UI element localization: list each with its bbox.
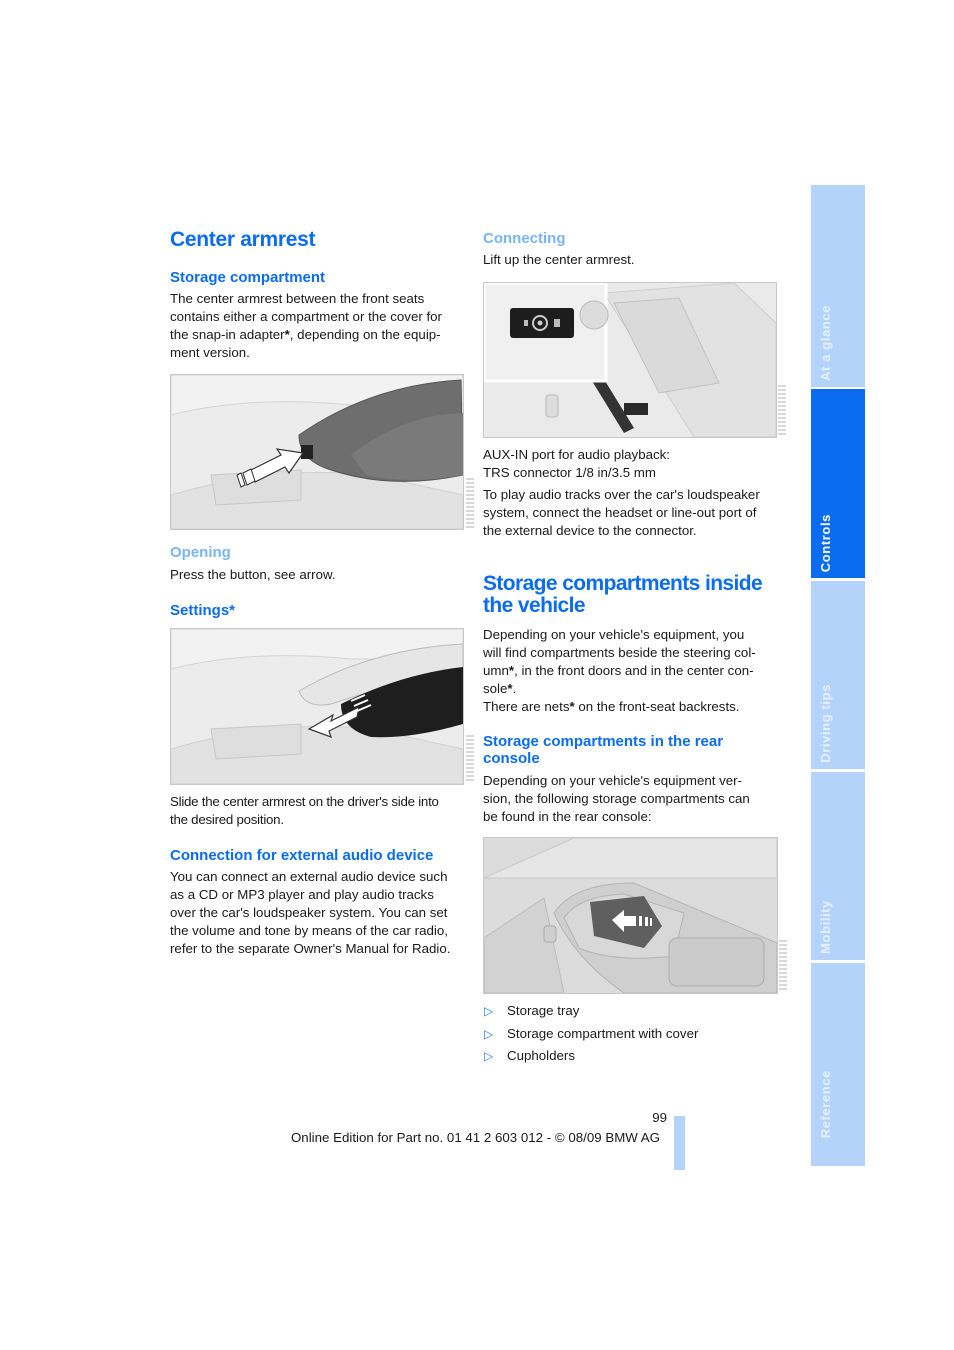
bullet-triangle-icon: ▷ (484, 1026, 494, 1041)
tab-label: Controls (818, 513, 833, 572)
text-line: Depending on your vehicle's equipment, y… (483, 627, 745, 642)
text-line: the snap-in adapter*, depending on the e… (170, 326, 470, 344)
heading-line: Storage compartments in the rear (483, 733, 724, 750)
text-line: be found in the rear console: (483, 809, 652, 824)
image-code-watermark (779, 940, 787, 992)
tab-label: At a glance (818, 305, 833, 381)
storage-inside-text: Depending on your vehicle's equipment, y… (483, 626, 783, 716)
list-item-text: Storage compartment with cover (507, 1025, 699, 1041)
text-line: sion, the following storage compartments… (483, 791, 750, 806)
list-item: ▷ Storage tray (483, 1000, 783, 1023)
aux-in-description: AUX-IN port for audio playback: TRS conn… (483, 446, 670, 482)
image-code-watermark (778, 385, 786, 435)
figure-aux-in-port (483, 282, 777, 438)
text-line: The center armrest between the front sea… (170, 291, 425, 306)
list-item-text: Cupholders (507, 1048, 576, 1063)
figure-armrest-slide (170, 628, 464, 785)
text-fragment: There are nets (483, 699, 570, 714)
aux-in-instructions: To play audio tracks over the car's loud… (483, 486, 783, 540)
connecting-text: Lift up the center armrest. (483, 252, 635, 267)
tab-label: Reference (818, 1069, 833, 1138)
text-line: You can connect an external audio device… (170, 869, 448, 884)
list-item: ▷ Cupholders (483, 1045, 783, 1068)
text-line: contains either a compartment or the cov… (170, 309, 442, 324)
aux-in-illustration (484, 283, 776, 437)
text-line: the external device to the connector. (483, 523, 697, 538)
tab-driving-tips[interactable]: Driving tips (811, 581, 865, 769)
text-line: TRS connector 1/8 in/3.5 mm (483, 465, 656, 480)
tab-mobility[interactable]: Mobility (811, 772, 865, 960)
edition-footer: Online Edition for Part no. 01 41 2 603 … (290, 1130, 660, 1145)
tab-reference[interactable]: Reference (811, 963, 865, 1166)
text-line: ment version. (170, 345, 250, 360)
text-fragment: sole (483, 681, 508, 696)
section-title-storage-inside: Storage compartments inside the vehicle (483, 572, 763, 617)
text-line: as a CD or MP3 player and play audio tra… (170, 887, 434, 902)
list-item-text: Storage tray (507, 1003, 580, 1018)
heading-opening: Opening (170, 544, 231, 561)
tab-at-a-glance[interactable]: At a glance (811, 185, 865, 387)
text-fragment: umn (483, 663, 509, 678)
page-number: 99 (652, 1110, 667, 1125)
heading-rear-console: Storage compartments in the rear console (483, 733, 723, 767)
heading-storage-compartment: Storage compartment (170, 269, 326, 286)
figure-rear-console (483, 837, 778, 994)
title-line: the vehicle (483, 594, 586, 617)
text-fragment: , in the front doors and in the center c… (514, 663, 754, 678)
rear-console-text: Depending on your vehicle's equipment ve… (483, 772, 783, 826)
text-line: Depending on your vehicle's equipment ve… (483, 773, 743, 788)
figure-armrest-button (170, 374, 464, 530)
text-line: over the car's loudspeaker system. You c… (170, 905, 448, 920)
title-line: Storage compartments inside (483, 572, 763, 595)
armrest-illustration (171, 375, 463, 529)
inset-detail (484, 283, 609, 383)
rear-console-list: ▷ Storage tray ▷ Storage compartment with … (483, 1000, 783, 1068)
text-line: refer to the separate Owner's Manual for… (170, 941, 451, 956)
text-line: the volume and tone by means of the car … (170, 923, 448, 938)
heading-connecting: Connecting (483, 230, 566, 247)
text-fragment: . (512, 681, 517, 696)
tab-label: Mobility (818, 900, 833, 954)
image-code-watermark (466, 478, 474, 528)
external-audio-text: You can connect an external audio device… (170, 868, 470, 958)
image-code-watermark (466, 735, 474, 783)
storage-compartment-text: The center armrest between the front sea… (170, 290, 470, 362)
rear-console-illustration (484, 838, 777, 993)
text-line: system, connect the headset or line-out … (483, 505, 757, 520)
text-line: There are nets* on the front-seat backre… (483, 698, 783, 716)
text-line: umn*, in the front doors and in the cent… (483, 662, 783, 680)
text-fragment: on the front-seat backrests. (574, 699, 740, 714)
heading-external-audio: Connection for external audio device (170, 847, 434, 864)
heading-settings: Settings* (170, 602, 236, 619)
footer-accent-bar (674, 1116, 685, 1170)
text-line: To play audio tracks over the car's loud… (483, 487, 760, 502)
text-line: sole*. (483, 680, 783, 698)
text-fragment: , depending on the equip- (289, 327, 441, 342)
tab-controls[interactable]: Controls (811, 389, 865, 578)
section-title-center-armrest: Center armrest (170, 228, 316, 251)
bullet-triangle-icon: ▷ (484, 1004, 494, 1018)
armrest-slide-illustration (171, 629, 463, 784)
text-line: Slide the center armrest on the driver's… (170, 794, 439, 809)
tab-label: Driving tips (818, 684, 833, 763)
settings-text: Slide the center armrest on the driver's… (170, 793, 470, 829)
bullet-triangle-icon: ▷ (484, 1049, 494, 1063)
text-line: the desired position. (170, 812, 284, 827)
list-item: ▷ Storage compartment with cover (483, 1023, 783, 1046)
opening-text: Press the button, see arrow. (170, 567, 336, 582)
heading-line: console (483, 750, 540, 767)
text-fragment: the snap-in adapter (170, 327, 285, 342)
text-line: will find compartments beside the steeri… (483, 645, 756, 660)
text-line: AUX-IN port for audio playback: (483, 447, 670, 462)
